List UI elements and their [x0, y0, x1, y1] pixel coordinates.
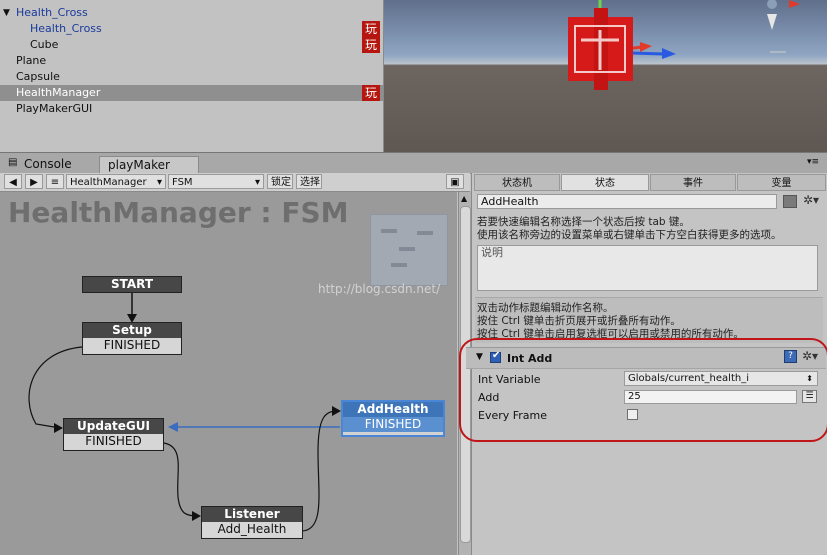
hierarchy-item-health-cross-child[interactable]: Health_Cross 玩 [0, 21, 383, 37]
tab-variables[interactable]: 变量 [737, 174, 826, 191]
rename-hint-line-1: 若要快速编辑名称选择一个状态后按 tab 键。 [477, 216, 690, 228]
graph-view-icon[interactable]: ▣ [446, 174, 464, 189]
tab-playmaker[interactable]: playMaker [99, 156, 199, 174]
transition-arrow-icon [192, 511, 201, 521]
playmaker-badge-icon: 玩 [362, 37, 380, 53]
transition-arrow-icon [168, 422, 178, 432]
tab-menu-icon[interactable]: ▾≡ [807, 157, 819, 167]
action-hint-line-3: 按住 Ctrl 键单击启用复选框可以启用或禁用的所有动作。 [477, 328, 744, 340]
playmaker-badge-icon: 玩 [362, 21, 380, 37]
transition-arrow-icon [332, 406, 341, 416]
hierarchy-item-cube[interactable]: Cube 玩 [0, 37, 383, 53]
hierarchy-panel: ▔▔▔▔▔ ▼ Health_Cross Health_Cross 玩 Cube… [0, 0, 384, 152]
state-node-addhealth[interactable]: AddHealth FINISHED [341, 400, 445, 437]
add-value-field[interactable]: 25 [624, 390, 797, 404]
fsm-owner-value: HealthManager [70, 177, 147, 188]
hierarchy-item-label: HealthManager [16, 86, 101, 99]
playmaker-badge-icon: 玩 [362, 85, 380, 101]
z-axis-arrowhead [662, 48, 676, 59]
transition-arrow-icon [54, 423, 63, 433]
state-settings-gear-icon[interactable]: ✲▾ [803, 193, 819, 207]
state-name: Setup [83, 323, 181, 338]
state-name: UpdateGUI [64, 419, 163, 434]
state-node-listener[interactable]: Listener Add_Health [201, 506, 303, 539]
hierarchy-item-label: PlayMakerGUI [16, 102, 93, 115]
state-transition[interactable]: FINISHED [343, 417, 443, 432]
description-placeholder: 说明 [481, 246, 503, 259]
x-axis-arrowhead [640, 42, 652, 52]
fsm-name-value: FSM [172, 177, 193, 188]
collapse-arrow-icon[interactable]: ▼ [476, 352, 483, 362]
hierarchy-item-healthmanager[interactable]: HealthManager 玩 [0, 85, 383, 101]
tab-state[interactable]: 状态 [561, 174, 649, 191]
action-hint-line-2: 按住 Ctrl 键单击折页展开或折叠所有动作。 [477, 315, 681, 327]
tab-events[interactable]: 事件 [650, 174, 736, 191]
action-title[interactable]: Int Add [507, 352, 552, 365]
state-transition[interactable]: FINISHED [64, 434, 163, 449]
action-hint-line-1: 双击动作标题编辑动作名称。 [477, 302, 614, 314]
every-frame-label: Every Frame [478, 409, 548, 422]
state-node-updategui[interactable]: UpdateGUI FINISHED [63, 418, 164, 451]
orientation-cone-icon[interactable] [767, 14, 777, 30]
state-color-swatch[interactable] [783, 195, 797, 208]
state-transition[interactable]: Add_Health [202, 522, 302, 537]
fsm-toolbar: ◀ ▶ ≡ HealthManager ▾ FSM ▾ 锁定 选择 ▣ [0, 173, 470, 192]
expand-arrow-icon[interactable]: ▼ [3, 5, 10, 21]
int-variable-value: Globals/current_health_i [628, 373, 749, 384]
tab-console[interactable]: Console [16, 156, 80, 173]
hierarchy-item-label: Health_Cross [16, 6, 88, 19]
forward-arrow-icon[interactable]: ▶ [25, 174, 43, 189]
state-name: AddHealth [343, 402, 443, 417]
hierarchy-item-capsule[interactable]: Capsule [0, 69, 383, 85]
state-name-field[interactable]: AddHealth [477, 194, 777, 209]
hierarchy-item-playmakergui[interactable]: PlayMakerGUI [0, 101, 383, 117]
back-arrow-icon[interactable]: ◀ [4, 174, 22, 189]
description-field[interactable]: 说明 [477, 245, 818, 291]
action-enabled-checkbox[interactable]: ✔ [490, 350, 501, 363]
state-name: Listener [202, 507, 302, 522]
hierarchy-item-label: Capsule [16, 70, 60, 83]
scroll-up-icon[interactable]: ▲ [461, 194, 467, 203]
start-label: START [83, 277, 181, 292]
int-variable-dropdown[interactable]: Globals/current_health_i ⬍ [624, 371, 818, 386]
state-transition[interactable]: FINISHED [83, 338, 181, 353]
tab-fsm[interactable]: 状态机 [474, 174, 560, 191]
chevron-down-icon: ▾ [254, 177, 260, 188]
fsm-graph-view[interactable]: HealthManager : FSM http://blog.csdn.net… [0, 192, 457, 555]
start-node[interactable]: START [82, 276, 182, 293]
variable-toggle-icon[interactable]: ☰ [802, 390, 817, 403]
action-int-add: ▼ ✔ Int Add ? ✲▾ Int Variable Globals/cu… [464, 343, 827, 441]
help-icon[interactable]: ? [784, 350, 797, 363]
scene-viewport-graphic [568, 0, 800, 90]
window-tab-bar: ▤ Console playMaker ▾≡ [0, 152, 827, 174]
orientation-x-icon[interactable] [789, 0, 800, 8]
graph-transitions [28, 293, 341, 532]
dropdown-arrows-icon: ⬍ [806, 374, 813, 383]
chevron-down-icon: ▾ [156, 177, 162, 188]
state-node-setup[interactable]: Setup FINISHED [82, 322, 182, 355]
hierarchy-item-label: Health_Cross [30, 22, 102, 35]
lock-button[interactable]: 锁定 [267, 174, 293, 189]
action-settings-gear-icon[interactable]: ✲▾ [802, 349, 818, 363]
rename-hint-line-2: 使用该名称旁边的设置菜单或右键单击下方空白获得更多的选项。 [477, 229, 782, 241]
int-variable-label: Int Variable [478, 373, 541, 386]
scene-view[interactable] [384, 0, 827, 152]
hierarchy-item-label: Plane [16, 54, 47, 67]
fsm-owner-dropdown[interactable]: HealthManager ▾ [66, 174, 166, 189]
fsm-name-dropdown[interactable]: FSM ▾ [168, 174, 264, 189]
hierarchy-item-health-cross-parent[interactable]: ▼ Health_Cross [0, 5, 383, 21]
add-label: Add [478, 391, 500, 404]
hierarchy-item-label: Cube [30, 38, 59, 51]
checkmark-icon: ✔ [492, 350, 501, 361]
menu-icon[interactable]: ≡ [46, 174, 64, 189]
select-button[interactable]: 选择 [296, 174, 322, 189]
orientation-gizmo[interactable] [767, 0, 777, 9]
hierarchy-item-plane[interactable]: Plane [0, 53, 383, 69]
every-frame-checkbox[interactable] [627, 409, 638, 420]
